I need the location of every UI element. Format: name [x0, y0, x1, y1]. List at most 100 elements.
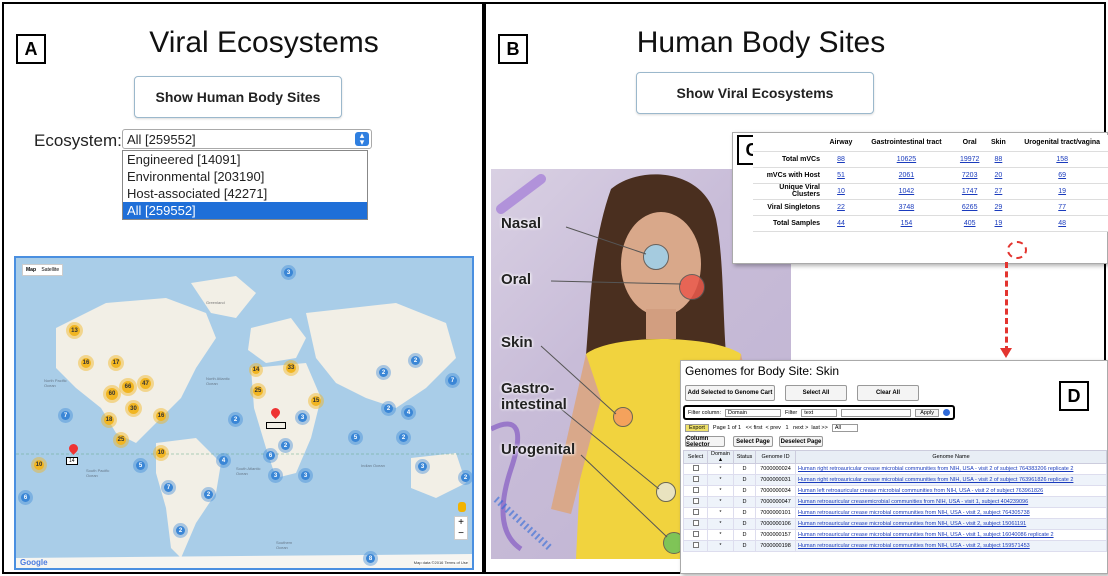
- option-engineered[interactable]: Engineered [14091]: [123, 151, 367, 168]
- map-cluster[interactable]: 6: [21, 493, 30, 502]
- count-link[interactable]: 77: [1011, 199, 1108, 216]
- map-cluster[interactable]: 2: [461, 473, 470, 482]
- map-cluster[interactable]: 7: [164, 483, 173, 492]
- map-cluster[interactable]: 2: [411, 356, 420, 365]
- count-link[interactable]: 88: [823, 151, 859, 168]
- map-cluster[interactable]: 2: [384, 404, 393, 413]
- map-cluster[interactable]: 33: [286, 363, 296, 373]
- genome-name-link[interactable]: Human retroauricular creasemicrobial com…: [795, 496, 1107, 508]
- count-link[interactable]: 88: [985, 151, 1012, 168]
- map-cluster[interactable]: 4: [219, 456, 228, 465]
- option-all[interactable]: All [259552]: [123, 202, 367, 219]
- map-cluster[interactable]: 6: [266, 451, 275, 460]
- column-header[interactable]: Domain ▲: [707, 450, 734, 464]
- map-cluster[interactable]: 3: [271, 471, 280, 480]
- map-cluster[interactable]: 3: [418, 462, 427, 471]
- page-size-select[interactable]: All: [831, 424, 858, 432]
- count-link[interactable]: 7203: [953, 167, 986, 184]
- filter-type-select[interactable]: text: [801, 408, 838, 417]
- map-cluster[interactable]: 7: [448, 376, 457, 385]
- option-host-associated[interactable]: Host-associated [42271]: [123, 185, 367, 202]
- map-cluster[interactable]: 2: [176, 526, 185, 535]
- zoom-in-button[interactable]: +: [455, 517, 467, 528]
- map-tab[interactable]: Map: [26, 267, 36, 273]
- genome-name-link[interactable]: Human left retroauricular crease microbi…: [795, 485, 1107, 497]
- map-cluster[interactable]: 25: [253, 386, 263, 396]
- map-cluster[interactable]: 2: [204, 490, 213, 499]
- genome-name-link[interactable]: Human right retroauricular crease microb…: [795, 463, 1107, 475]
- genome-name-link[interactable]: Human retroauricular crease microbial co…: [795, 540, 1107, 552]
- column-header[interactable]: Status: [733, 450, 756, 464]
- map-cluster[interactable]: 5: [351, 433, 360, 442]
- filter-column-select[interactable]: Domain: [725, 408, 782, 417]
- count-link[interactable]: 1747: [953, 183, 986, 200]
- map-cluster[interactable]: 10: [156, 448, 166, 458]
- map-cluster[interactable]: 5: [136, 461, 145, 470]
- row-checkbox[interactable]: [683, 518, 708, 530]
- map-cluster[interactable]: 60: [106, 388, 118, 400]
- show-viral-ecosystems-button[interactable]: Show Viral Ecosystems: [636, 72, 874, 114]
- row-checkbox[interactable]: [683, 485, 708, 497]
- map-cluster[interactable]: 15: [311, 396, 321, 406]
- count-link[interactable]: 44: [823, 215, 859, 232]
- count-link[interactable]: 48: [1011, 215, 1108, 232]
- map-cluster[interactable]: 2: [379, 368, 388, 377]
- map-cluster[interactable]: 3: [298, 413, 307, 422]
- row-checkbox[interactable]: [683, 540, 708, 552]
- count-link[interactable]: 27: [985, 183, 1012, 200]
- clear-all-button[interactable]: Clear All: [857, 385, 919, 401]
- count-link[interactable]: 1042: [858, 183, 954, 200]
- map-cluster[interactable]: 25: [116, 435, 126, 445]
- map-cluster[interactable]: 7: [61, 411, 70, 420]
- deselect-page-button[interactable]: Deselect Page: [779, 436, 823, 447]
- map-cluster[interactable]: 66: [122, 381, 134, 393]
- count-link[interactable]: 2061: [858, 167, 954, 184]
- count-link[interactable]: 22: [823, 199, 859, 216]
- map-cluster[interactable]: 2: [231, 415, 240, 424]
- filter-text-input[interactable]: [841, 408, 912, 417]
- map-cluster[interactable]: 13: [69, 325, 80, 336]
- count-link[interactable]: 69: [1011, 167, 1108, 184]
- count-link[interactable]: 6265: [953, 199, 986, 216]
- row-checkbox[interactable]: [683, 463, 708, 475]
- add-to-genome-cart-button[interactable]: Add Selected to Genome Cart: [685, 385, 775, 401]
- satellite-tab[interactable]: Satellite: [41, 267, 59, 273]
- column-header[interactable]: Genome ID: [755, 450, 796, 464]
- map-cluster[interactable]: 10: [34, 460, 44, 470]
- count-link[interactable]: 3748: [858, 199, 954, 216]
- count-link[interactable]: 405: [953, 215, 986, 232]
- option-environmental[interactable]: Environmental [203190]: [123, 168, 367, 185]
- genome-name-link[interactable]: Human right retroauricular crease microb…: [795, 474, 1107, 486]
- column-header[interactable]: Genome Name: [795, 450, 1107, 464]
- zoom-out-button[interactable]: −: [455, 528, 467, 539]
- count-link[interactable]: 51: [823, 167, 859, 184]
- count-link[interactable]: 19972: [953, 151, 986, 168]
- map-cluster[interactable]: 3: [284, 268, 293, 277]
- map-cluster[interactable]: 30: [128, 403, 139, 414]
- street-view-pegman-icon[interactable]: [458, 502, 466, 512]
- column-header[interactable]: Select: [683, 450, 708, 464]
- row-checkbox[interactable]: [683, 474, 708, 486]
- select-page-button[interactable]: Select Page: [733, 436, 773, 447]
- map-cluster[interactable]: 2: [281, 441, 290, 450]
- count-link[interactable]: 10: [823, 183, 859, 200]
- row-checkbox[interactable]: [683, 496, 708, 508]
- row-checkbox[interactable]: [683, 529, 708, 541]
- map-cluster[interactable]: 14: [252, 366, 260, 374]
- skin-samples-link[interactable]: 19: [985, 215, 1012, 232]
- apply-filter-button[interactable]: Apply: [915, 408, 940, 417]
- map-cluster[interactable]: 3: [301, 471, 310, 480]
- column-selector-button[interactable]: Column Selector: [685, 436, 725, 448]
- count-link[interactable]: 158: [1011, 151, 1108, 168]
- map-cluster[interactable]: 17: [111, 358, 121, 368]
- help-icon[interactable]: [943, 409, 951, 416]
- genome-name-link[interactable]: Human retroauricular crease microbial co…: [795, 507, 1107, 519]
- count-link[interactable]: 154: [858, 215, 954, 232]
- map-cluster[interactable]: 16: [81, 358, 91, 368]
- genome-name-link[interactable]: Human retroauricular crease microbial co…: [795, 518, 1107, 530]
- count-link[interactable]: 20: [985, 167, 1012, 184]
- select-all-button[interactable]: Select All: [785, 385, 847, 401]
- row-checkbox[interactable]: [683, 507, 708, 519]
- show-human-body-sites-button[interactable]: Show Human Body Sites: [134, 76, 342, 118]
- map-cluster[interactable]: 2: [399, 433, 408, 442]
